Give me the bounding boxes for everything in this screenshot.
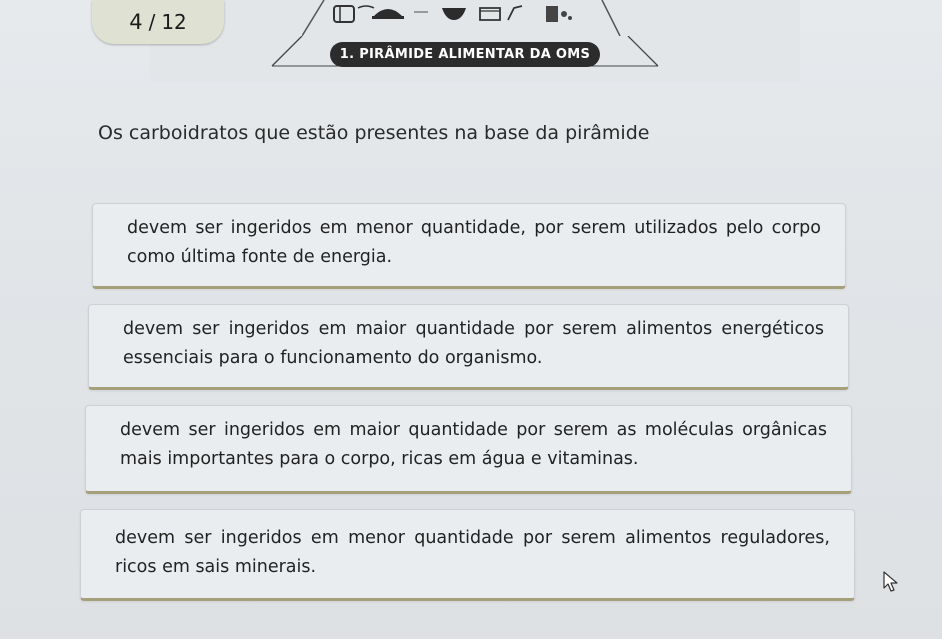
section-title-banner: 1. PIRÂMIDE ALIMENTAR DA OMS: [330, 42, 600, 67]
bottle-icon: [507, 5, 523, 21]
pyramid-edge-left: [302, 0, 325, 36]
answer-option-2[interactable]: devem ser ingeridos em maior quantidade …: [88, 304, 849, 390]
current-page: 4: [129, 10, 143, 34]
container-icon: [479, 7, 501, 21]
answer-option-text: devem ser ingeridos em menor quantidade,…: [127, 218, 821, 267]
page-counter: 4 / 12: [92, 0, 224, 44]
mouse-pointer-icon: [883, 571, 898, 592]
answer-option-text: devem ser ingeridos em menor quantidade …: [115, 528, 830, 577]
answer-option-1[interactable]: devem ser ingeridos em menor quantidade,…: [92, 203, 846, 289]
bowl-icon: [442, 8, 466, 20]
page-separator: /: [148, 10, 156, 34]
food-pyramid-illustration: [302, 0, 621, 36]
question-text: Os carboidratos que estão presentes na b…: [98, 122, 650, 144]
total-pages: 12: [161, 10, 187, 34]
sweets-icon: [546, 6, 558, 22]
answer-option-3[interactable]: devem ser ingeridos em maior quantidade …: [85, 405, 852, 494]
pyramid-edge-right: [601, 0, 621, 36]
answer-option-4[interactable]: devem ser ingeridos em menor quantidade …: [80, 509, 855, 601]
bread-icon: [333, 5, 355, 23]
answer-option-text: devem ser ingeridos em maior quantidade …: [120, 420, 827, 469]
dish-icon: [374, 9, 402, 16]
answer-option-text: devem ser ingeridos em maior quantidade …: [123, 319, 824, 368]
quiz-screen: 4 / 12 1. PIRÂMIDE ALIMENTAR DA OMS Os c…: [0, 0, 942, 639]
food-pyramid-icons: [302, 0, 622, 36]
utensil-icon: [357, 5, 375, 9]
